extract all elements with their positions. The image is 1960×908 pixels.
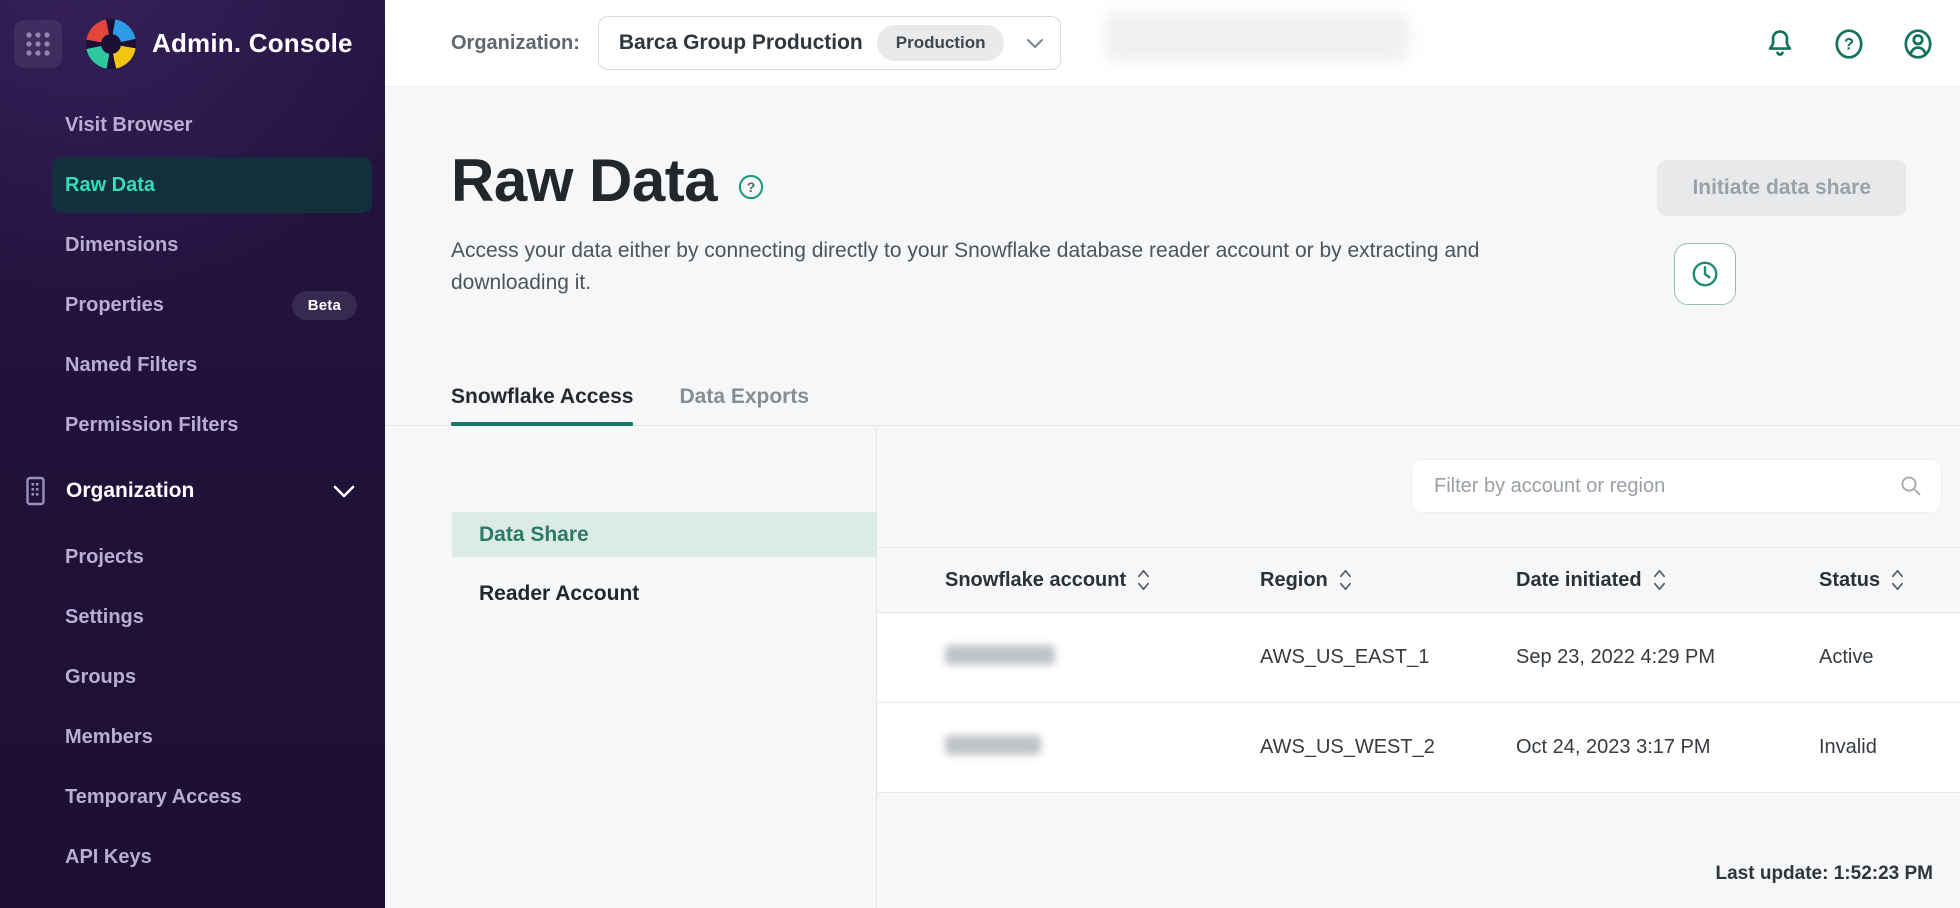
sidebar-item-raw-data[interactable]: Raw Data [52, 157, 372, 213]
sidebar-item-label: Dimensions [65, 234, 178, 257]
access-subnav: Data Share Reader Account [385, 427, 877, 908]
cell-date-initiated: Oct 24, 2023 3:17 PM [1516, 736, 1819, 759]
sidebar-item-dimensions[interactable]: Dimensions [0, 215, 385, 275]
last-update-timestamp: Last update: 1:52:23 PM [1716, 863, 1934, 885]
sort-icon [1137, 568, 1150, 592]
sidebar-item-api-keys[interactable]: API Keys [0, 827, 385, 887]
page-description: Access your data either by connecting di… [451, 235, 1536, 298]
filter-input-wrapper [1412, 460, 1941, 512]
environment-badge: Production [877, 25, 1005, 61]
svg-text:?: ? [747, 179, 756, 195]
cell-snowflake-account [945, 735, 1260, 761]
tab-bar: Snowflake Access Data Exports [385, 385, 1960, 426]
app-logo-icon [86, 19, 136, 69]
help-icon: ? [1832, 27, 1866, 61]
filter-input[interactable] [1432, 474, 1899, 499]
sidebar-item-settings[interactable]: Settings [0, 587, 385, 647]
table-row[interactable]: AWS_US_WEST_2 Oct 24, 2023 3:17 PM Inval… [877, 703, 1960, 793]
app-grid-icon[interactable] [14, 20, 62, 68]
column-header-snowflake-account[interactable]: Snowflake account [945, 568, 1260, 592]
snowflake-access-panel: Data Share Reader Account [385, 427, 1960, 908]
data-share-pane: Snowflake account Region [877, 427, 1960, 908]
sidebar-item-projects[interactable]: Projects [0, 527, 385, 587]
sidebar-item-visit-browser[interactable]: Visit Browser [0, 95, 385, 155]
help-button[interactable]: ? [1827, 22, 1871, 66]
sidebar-item-label: Members [65, 726, 153, 749]
sidebar: Admin. Console Visit Browser Raw Data Di… [0, 0, 385, 908]
sidebar-item-label: Projects [65, 546, 144, 569]
sidebar-item-label: Groups [65, 666, 136, 689]
sidebar-item-named-filters[interactable]: Named Filters [0, 335, 385, 395]
initiate-data-share-button[interactable]: Initiate data share [1657, 160, 1906, 216]
sidebar-item-members[interactable]: Members [0, 707, 385, 767]
subnav-item-label: Data Share [479, 523, 589, 547]
chevron-down-icon [1026, 38, 1044, 49]
table-row[interactable]: AWS_US_EAST_1 Sep 23, 2022 4:29 PM Activ… [877, 613, 1960, 703]
sidebar-item-label: Visit Browser [65, 114, 192, 137]
chevron-down-icon [333, 485, 355, 498]
subnav-item-reader-account[interactable]: Reader Account [479, 571, 876, 616]
notifications-button[interactable] [1758, 22, 1802, 66]
svg-text:?: ? [1844, 35, 1854, 53]
column-header-region[interactable]: Region [1260, 568, 1516, 592]
data-share-table: Snowflake account Region [877, 547, 1960, 793]
redacted-account [945, 735, 1041, 755]
cell-region: AWS_US_EAST_1 [1260, 646, 1516, 669]
beta-badge: Beta [292, 291, 357, 320]
main-area: Organization: Barca Group Production Pro… [385, 0, 1960, 908]
cell-status: Invalid [1819, 736, 1960, 759]
sort-icon [1891, 568, 1904, 592]
sort-icon [1653, 568, 1666, 592]
page-help-icon[interactable]: ? [737, 173, 765, 201]
column-header-date-initiated[interactable]: Date initiated [1516, 568, 1819, 592]
sidebar-item-label: Permission Filters [65, 414, 238, 437]
sidebar-item-temporary-access[interactable]: Temporary Access [0, 767, 385, 827]
content-area: Raw Data ? Access your data either by co… [385, 87, 1960, 908]
sidebar-item-label: Named Filters [65, 354, 197, 377]
table-header-row: Snowflake account Region [877, 547, 1960, 613]
sidebar-item-label: API Keys [65, 846, 152, 869]
redacted-header-content [1105, 13, 1410, 61]
column-header-status[interactable]: Status [1819, 568, 1960, 592]
sidebar-item-label: Settings [65, 606, 144, 629]
top-bar: Organization: Barca Group Production Pro… [385, 0, 1960, 87]
search-icon [1899, 474, 1923, 498]
organization-name: Barca Group Production [619, 31, 863, 55]
bell-icon [1763, 27, 1797, 61]
sidebar-item-label: Temporary Access [65, 786, 242, 809]
account-button[interactable] [1896, 22, 1940, 66]
history-button[interactable] [1674, 243, 1736, 305]
sort-icon [1339, 568, 1352, 592]
sidebar-item-permission-filters[interactable]: Permission Filters [0, 395, 385, 455]
tab-snowflake-access[interactable]: Snowflake Access [451, 385, 633, 425]
topbar-icon-group: ? [1758, 0, 1940, 87]
sidebar-item-label: Properties [65, 294, 164, 317]
sidebar-item-label: Raw Data [65, 174, 155, 197]
page-head: Raw Data ? [451, 151, 765, 211]
building-icon [22, 476, 49, 506]
tab-data-exports[interactable]: Data Exports [679, 385, 809, 425]
subnav-item-label: Reader Account [479, 582, 639, 606]
subnav-item-data-share[interactable]: Data Share [452, 512, 876, 557]
sidebar-section-organization[interactable]: Organization [0, 455, 385, 527]
sidebar-item-groups[interactable]: Groups [0, 647, 385, 707]
cell-snowflake-account [945, 645, 1260, 671]
cell-date-initiated: Sep 23, 2022 4:29 PM [1516, 646, 1819, 669]
redacted-account [945, 645, 1055, 665]
clock-icon [1690, 259, 1720, 289]
sidebar-section-label: Organization [66, 479, 194, 503]
sidebar-item-properties[interactable]: Properties Beta [0, 275, 385, 335]
organization-label: Organization: [451, 32, 580, 55]
app-title: Admin. Console [152, 28, 353, 59]
admin-console-app: Admin. Console Visit Browser Raw Data Di… [0, 0, 1960, 908]
sidebar-nav: Visit Browser Raw Data Dimensions Proper… [0, 87, 385, 887]
account-icon [1901, 27, 1935, 61]
organization-selector[interactable]: Barca Group Production Production [598, 16, 1061, 70]
app-grid-icon [25, 31, 51, 57]
cell-status: Active [1819, 646, 1960, 669]
page-title: Raw Data [451, 151, 717, 211]
cell-region: AWS_US_WEST_2 [1260, 736, 1516, 759]
sidebar-header: Admin. Console [0, 0, 385, 87]
